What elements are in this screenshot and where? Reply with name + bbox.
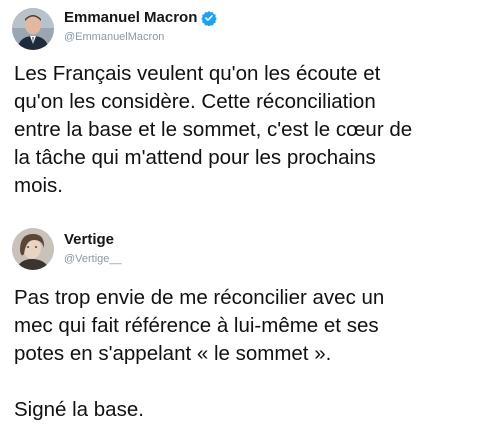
tweet-text: Pas trop envie de me réconcilier avec un… [14, 286, 385, 421]
avatar[interactable] [12, 8, 54, 50]
tweet-header: Emmanuel Macron @EmmanuelMacron [64, 9, 218, 44]
name-row: Emmanuel Macron [64, 9, 218, 27]
name-row: Vertige [64, 231, 122, 249]
handle[interactable]: @Vertige__ [64, 252, 122, 266]
verified-badge-icon [201, 11, 218, 26]
avatar[interactable] [12, 228, 54, 270]
handle[interactable]: @EmmanuelMacron [64, 30, 217, 44]
avatar-photo-icon [12, 8, 54, 50]
avatar-photo-icon [12, 228, 54, 270]
tweet-header: Vertige @Vertige__ [64, 231, 122, 266]
display-name[interactable]: Vertige [64, 231, 114, 249]
display-name[interactable]: Emmanuel Macron [64, 9, 197, 27]
tweet-text: Les Français veulent qu'on les écoute et… [14, 62, 413, 197]
